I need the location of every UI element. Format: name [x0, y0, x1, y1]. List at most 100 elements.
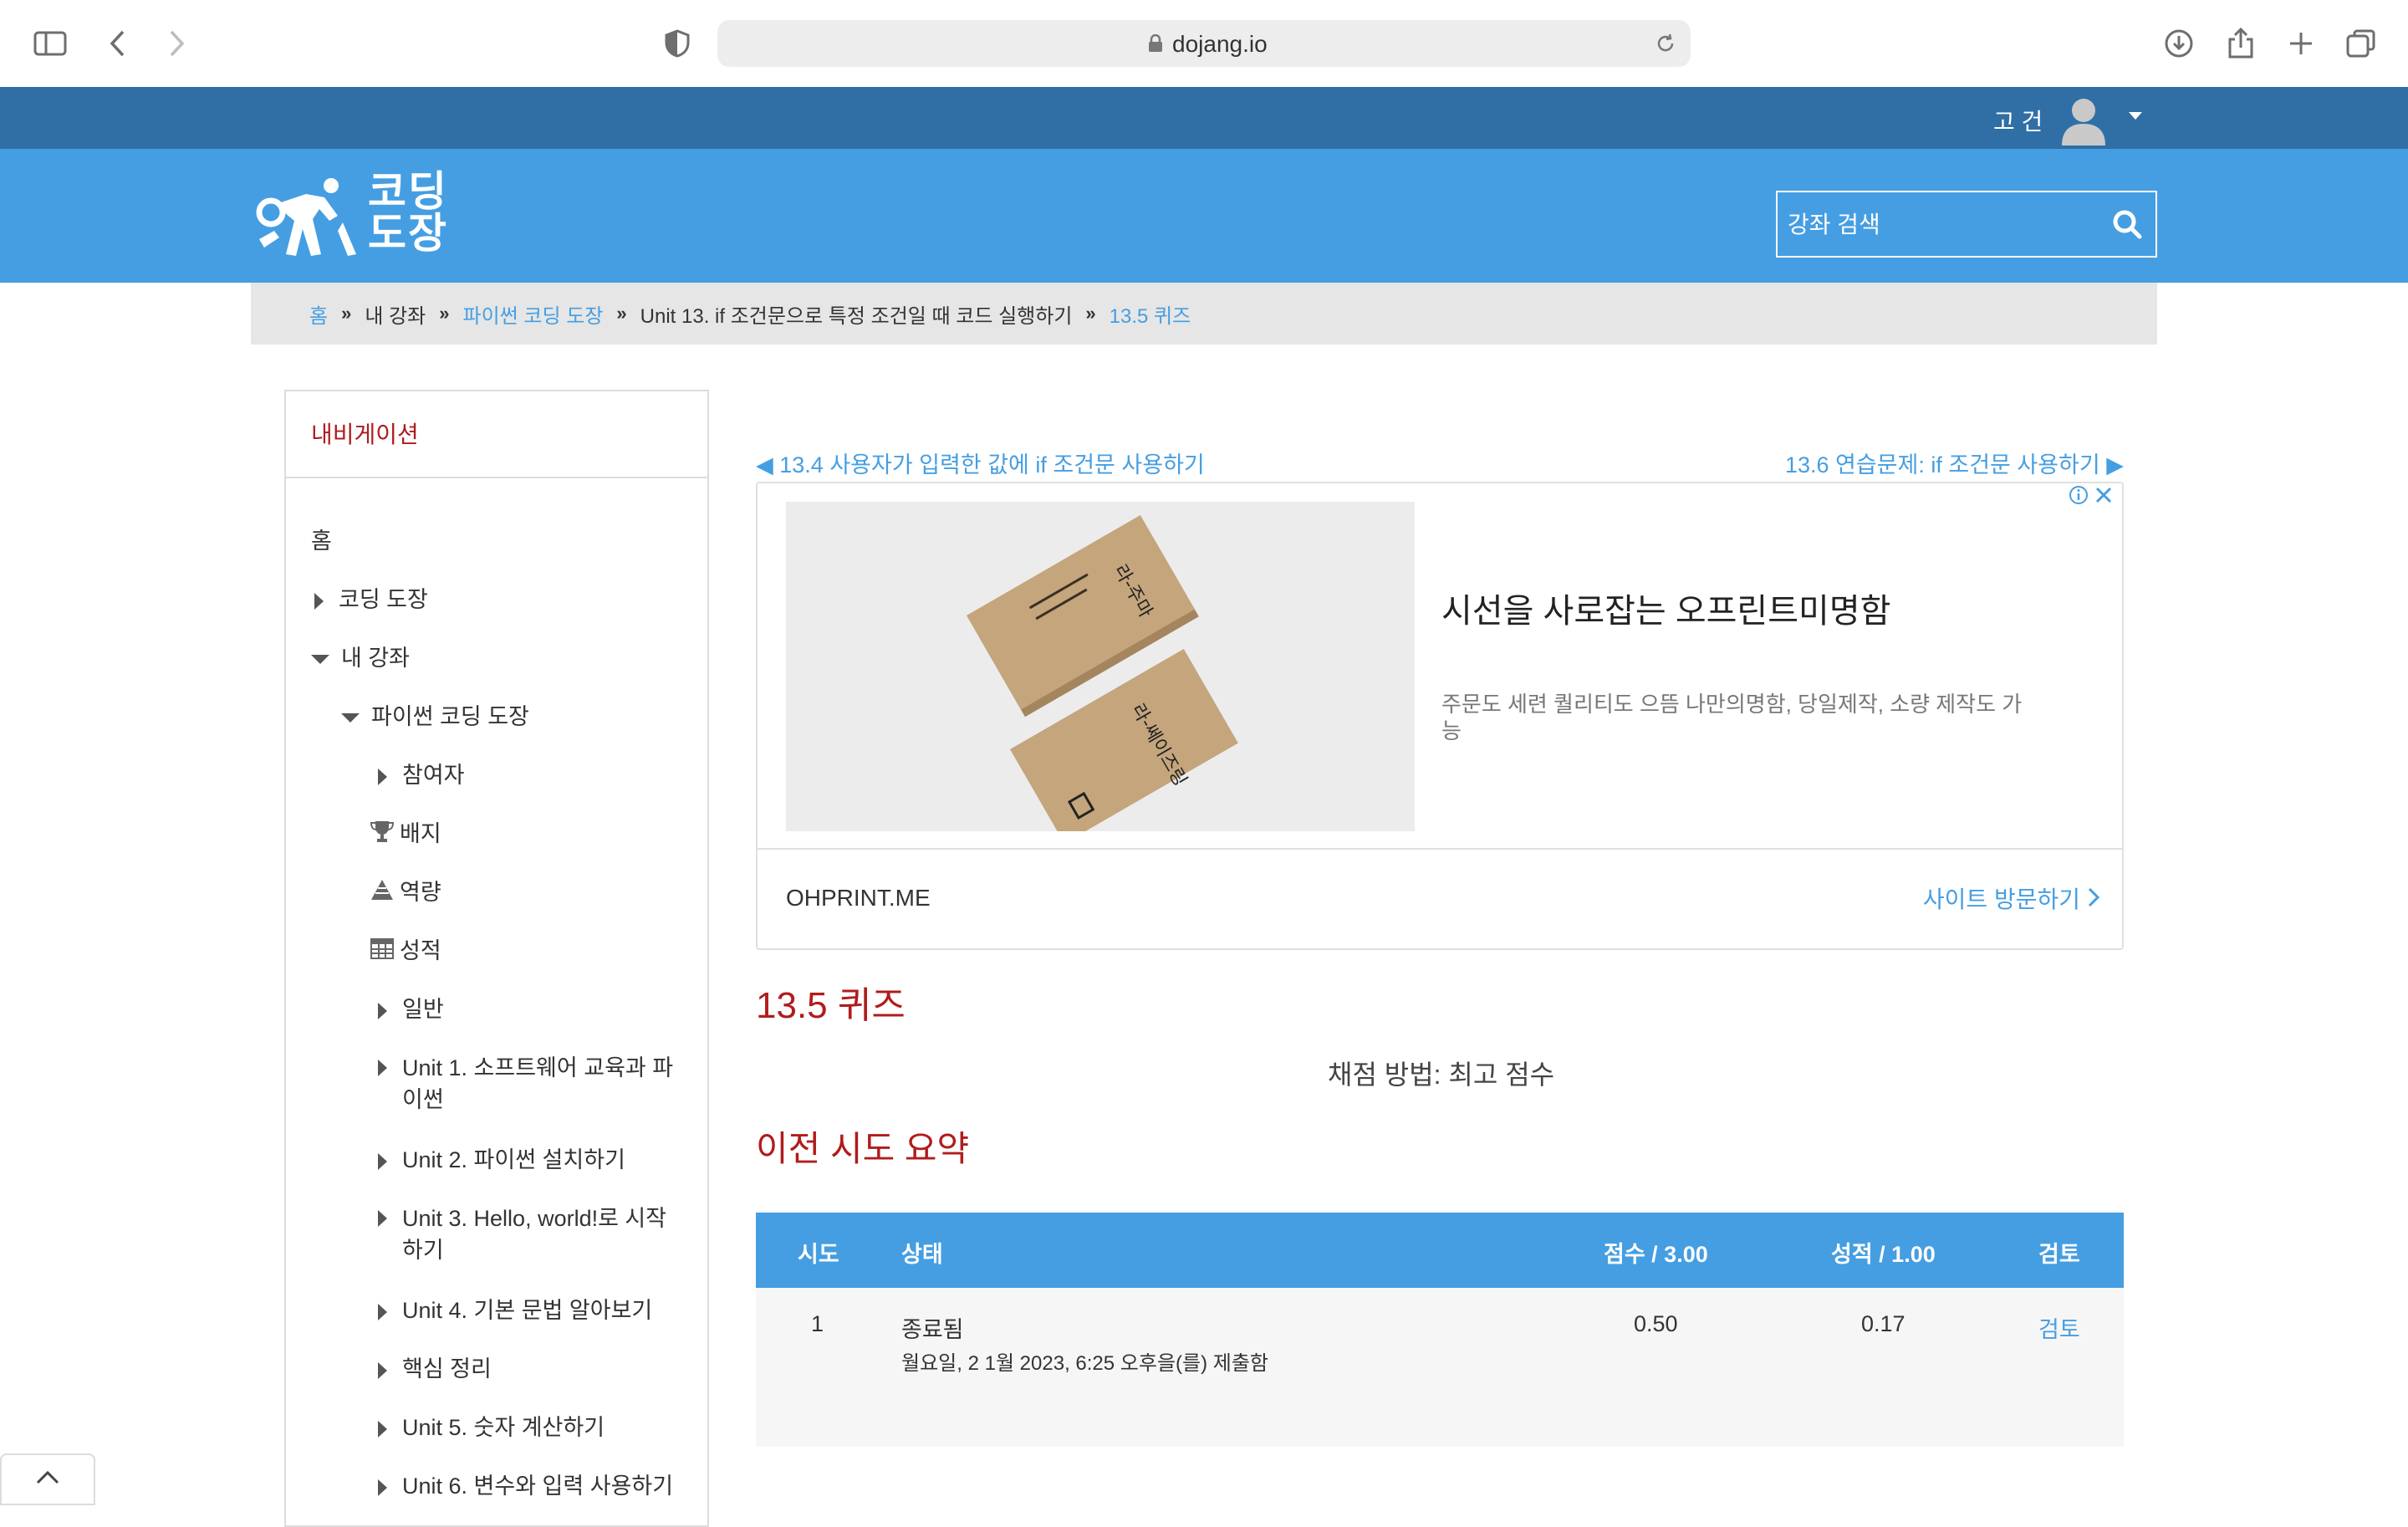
- sidebar-item-grades[interactable]: 성적: [370, 935, 441, 969]
- expand-icon: [378, 1152, 387, 1170]
- tab-overview-icon[interactable]: [2343, 25, 2380, 62]
- expand-icon: [378, 1210, 387, 1227]
- ad-info-controls: [2069, 485, 2114, 509]
- expand-icon: [378, 1361, 387, 1379]
- grading-method: 채점 방법: 최고 점수: [1328, 1060, 1555, 1090]
- breadcrumb-course[interactable]: 파이썬 코딩 도장: [463, 299, 604, 329]
- sidebar-item-label: Unit 2. 파이썬 설치하기: [402, 1147, 625, 1172]
- sidebar-item-label: Unit 4. 기본 문법 알아보기: [402, 1298, 653, 1323]
- course-search: [1776, 191, 2157, 258]
- attempts-summary-title: 이전 시도 요약: [756, 1129, 970, 1168]
- expand-icon: [378, 1303, 387, 1320]
- expand-icon: [378, 1478, 387, 1496]
- sidebar-item-label: Unit 6. 변수와 입력 사용하기: [402, 1473, 674, 1499]
- user-name[interactable]: 고 건: [1993, 104, 2043, 137]
- collapse-icon: [311, 655, 329, 665]
- ad-visit-site-button[interactable]: 사이트 방문하기: [1923, 881, 2080, 915]
- breadcrumb-separator-icon: »: [439, 303, 450, 324]
- sidebar-item-general[interactable]: 일반: [378, 993, 444, 1025]
- scroll-to-top-button[interactable]: [0, 1453, 95, 1505]
- sidebar-item-unit-1[interactable]: Unit 1. 소프트웨어 교육과 파이썬: [378, 1052, 679, 1116]
- back-icon[interactable]: [99, 25, 135, 62]
- ad-description: 주문도 세련 퀄리티도 으뜸 나만의명함, 당일제작, 소량 제작도 가능: [1441, 692, 2023, 743]
- header-marks[interactable]: 점수 / 3.00: [1604, 1236, 1708, 1269]
- sidebar-item-label: Unit 1. 소프트웨어 교육과 파이썬: [402, 1055, 674, 1112]
- breadcrumb: 홈 » 내 강좌 » 파이썬 코딩 도장 » Unit 13. if 조건문으로…: [251, 283, 2157, 345]
- sidebar-item-unit-4[interactable]: Unit 4. 기본 문법 알아보기: [378, 1295, 652, 1326]
- sidebar-item-my-courses[interactable]: 내 강좌: [311, 642, 410, 674]
- header-state: 상태: [901, 1242, 943, 1267]
- trophy-icon: [370, 819, 395, 852]
- sidebar-item-label: 참여자: [402, 763, 465, 788]
- ad-close-icon[interactable]: [2094, 485, 2114, 509]
- avatar[interactable]: [2057, 92, 2110, 146]
- lock-icon: [1144, 32, 1167, 55]
- breadcrumb-unit: Unit 13. if 조건문으로 특정 조건일 때 코드 실행하기: [640, 304, 1073, 328]
- sidebar-item-unit-5[interactable]: Unit 5. 숫자 계산하기: [378, 1412, 605, 1443]
- ad-headline[interactable]: 시선을 사로잡는 오프린트미명함: [1441, 584, 1890, 632]
- privacy-shield-icon[interactable]: [659, 25, 696, 62]
- breadcrumb-separator-icon: »: [341, 303, 352, 324]
- expand-icon: [378, 1420, 387, 1438]
- review-link[interactable]: 검토: [2038, 1311, 2080, 1344]
- expand-icon: [378, 1002, 387, 1019]
- user-menu-caret-icon[interactable]: [2129, 112, 2142, 120]
- new-tab-icon[interactable]: [2283, 25, 2319, 62]
- ad-info-icon[interactable]: [2069, 485, 2089, 509]
- sidebar-item-label: Unit 5. 숫자 계산하기: [402, 1415, 605, 1440]
- sidebar-item-competencies[interactable]: 역량: [370, 876, 441, 911]
- chevron-right-icon[interactable]: [2087, 886, 2100, 912]
- search-input[interactable]: [1778, 192, 2107, 258]
- expand-icon: [378, 1060, 387, 1076]
- header-attempt: 시도: [798, 1242, 839, 1267]
- collapse-icon: [341, 713, 360, 723]
- expand-icon: [314, 592, 324, 610]
- table-header: 시도 상태 점수 / 3.00 성적 / 1.00 검토: [756, 1213, 2124, 1288]
- sidebar-item-label: 내 강좌: [341, 646, 411, 671]
- logo-text-line2: 도장: [368, 210, 448, 257]
- sidebar-toggle-icon[interactable]: [32, 25, 69, 62]
- row-state: 종료됨: [901, 1317, 964, 1342]
- chevron-up-icon: [35, 1470, 60, 1489]
- sidebar-item-home[interactable]: 홈: [311, 525, 332, 557]
- address-bar[interactable]: dojang.io: [717, 20, 1691, 67]
- share-icon[interactable]: [2222, 25, 2259, 62]
- logo-text: 코딩 도장: [368, 171, 448, 254]
- sidebar-item-coding-dojang[interactable]: 코딩 도장: [314, 584, 428, 615]
- sidebar-item-key-summary[interactable]: 핵심 정리: [378, 1353, 492, 1385]
- prev-activity-link[interactable]: ◀ 13.4 사용자가 입력한 값에 if 조건문 사용하기: [756, 447, 1205, 479]
- url-text: dojang.io: [1172, 31, 1268, 57]
- ad-image[interactable]: 라-주마 라-쎄이즈링: [786, 502, 1415, 831]
- search-icon[interactable]: [2110, 207, 2144, 241]
- row-marks: 0.50: [1634, 1311, 1678, 1336]
- row-attempt: 1: [811, 1311, 824, 1336]
- sidebar-item-label: 파이썬 코딩 도장: [371, 704, 529, 729]
- page-title: 13.5 퀴즈: [756, 985, 906, 1026]
- user-bar: 고 건: [0, 87, 2408, 149]
- header-grade[interactable]: 성적 / 1.00: [1831, 1236, 1936, 1269]
- download-icon[interactable]: [2161, 25, 2197, 62]
- sidebar-item-unit-2[interactable]: Unit 2. 파이썬 설치하기: [378, 1144, 625, 1176]
- sidebar-item-label: 일반: [402, 997, 444, 1022]
- breadcrumb-separator-icon: »: [1085, 303, 1096, 324]
- next-activity-link[interactable]: 13.6 연습문제: if 조건문 사용하기 ▶: [1785, 447, 2124, 479]
- table-row: 1 종료됨 월요일, 2 1월 2023, 6:25 오후을(를) 제출함 0.…: [756, 1288, 2124, 1447]
- expand-icon: [378, 768, 387, 785]
- grades-table-icon: [370, 936, 395, 969]
- competency-icon: [370, 877, 395, 911]
- breadcrumb-my-courses: 내 강좌: [365, 304, 426, 328]
- sidebar-item-participants[interactable]: 참여자: [378, 759, 465, 791]
- ad-banner[interactable]: 라-주마 라-쎄이즈링 시선을 사로잡는 오프린트미명함 주문도 세련 퀄리티도…: [756, 482, 2124, 950]
- sidebar-item-badges[interactable]: 배지: [370, 818, 441, 852]
- row-submitted: 월요일, 2 1월 2023, 6:25 오후을(를) 제출함: [901, 1352, 1269, 1375]
- breadcrumb-home[interactable]: 홈: [309, 299, 328, 329]
- sidebar-item-label: 코딩 도장: [339, 587, 428, 612]
- sidebar-item-unit-3[interactable]: Unit 3. Hello, world!로 시작하기: [378, 1203, 679, 1266]
- sidebar-item-unit-6[interactable]: Unit 6. 변수와 입력 사용하기: [378, 1470, 673, 1502]
- ad-domain: OHPRINT.ME: [786, 885, 931, 911]
- reload-icon[interactable]: [1652, 30, 1679, 57]
- navigation-title: 내비게이션: [286, 391, 707, 478]
- sidebar-item-python-course[interactable]: 파이썬 코딩 도장: [341, 701, 529, 733]
- forward-icon[interactable]: [159, 25, 196, 62]
- breadcrumb-current[interactable]: 13.5 퀴즈: [1110, 299, 1191, 329]
